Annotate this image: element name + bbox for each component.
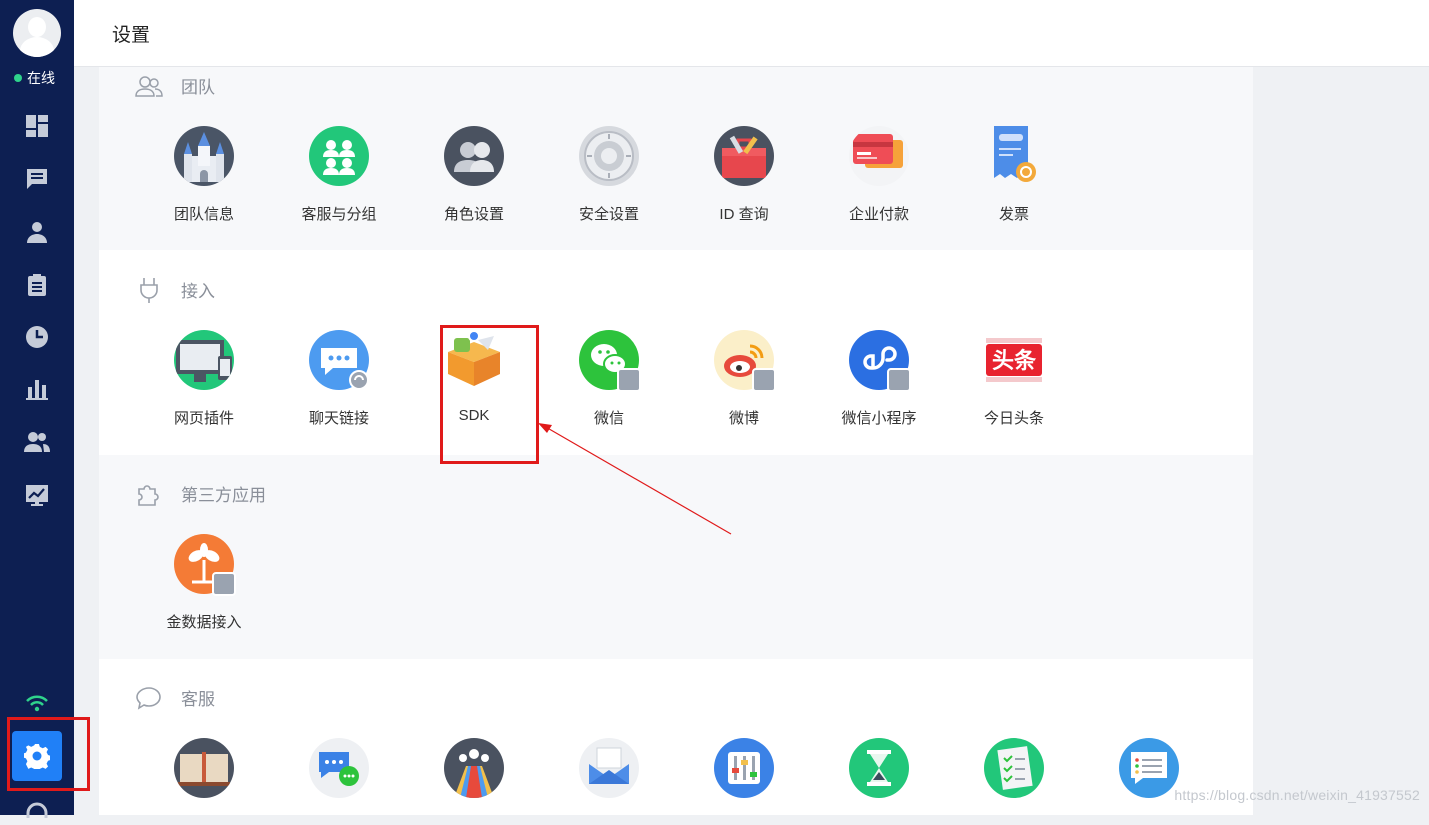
annotation-arrow: [538, 423, 732, 535]
watermark: https://blog.csdn.net/weixin_41937552: [1174, 787, 1420, 803]
